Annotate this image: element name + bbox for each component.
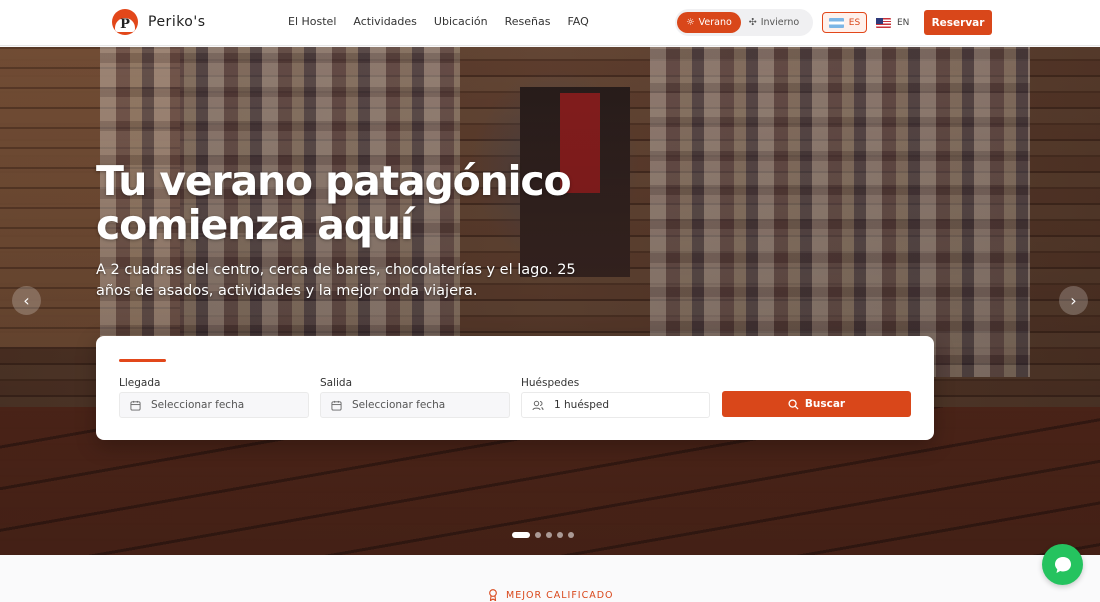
nav-item-resenas[interactable]: Reseñas: [505, 15, 551, 28]
carousel-dot-4[interactable]: [557, 532, 563, 538]
brand-logo[interactable]: P Periko's: [112, 9, 206, 35]
carousel-dot-2[interactable]: [535, 532, 541, 538]
award-icon: [489, 589, 497, 601]
calendar-icon: [331, 400, 342, 411]
hero-title: Tu verano patagónico comienza aquí: [96, 157, 572, 249]
calendar-icon: [130, 400, 141, 411]
departure-field: Salida Seleccionar fecha: [320, 377, 510, 418]
sun-icon: ☼: [686, 17, 695, 28]
snowflake-icon: ✣: [748, 17, 757, 28]
carousel-dot-1[interactable]: [512, 532, 530, 538]
carousel-prev-button[interactable]: ‹: [12, 286, 41, 315]
reservar-button[interactable]: Reservar: [924, 10, 992, 35]
guests-value: 1 huésped: [554, 399, 610, 411]
argentina-flag-icon: [828, 17, 844, 28]
buscar-button[interactable]: Buscar: [722, 391, 911, 417]
arrival-field: Llegada Seleccionar fecha: [119, 377, 309, 418]
search-icon: [788, 398, 799, 410]
season-option-invierno[interactable]: ✣ Invierno: [741, 12, 807, 33]
departure-label: Salida: [320, 377, 353, 389]
guests-label: Huéspedes: [521, 377, 580, 389]
nav-item-hostel[interactable]: El Hostel: [288, 15, 336, 28]
departure-date-input[interactable]: Seleccionar fecha: [320, 392, 510, 418]
language-en-button[interactable]: EN: [876, 12, 910, 33]
nav-item-faq[interactable]: FAQ: [567, 15, 588, 28]
carousel-dot-5[interactable]: [568, 532, 574, 538]
nav-item-ubicacion[interactable]: Ubicación: [434, 15, 488, 28]
chevron-left-icon: ‹: [23, 291, 30, 310]
section-eyebrow: MEJOR CALIFICADO: [488, 589, 614, 601]
language-en-label: EN: [897, 17, 910, 28]
hero-subtitle: A 2 cuadras del centro, cerca de bares, …: [96, 262, 576, 299]
carousel-dot-3[interactable]: [546, 532, 552, 538]
language-es-button[interactable]: ES: [822, 12, 867, 33]
chat-button[interactable]: [1042, 544, 1083, 585]
brand-name: Periko's: [148, 14, 206, 30]
buscar-label: Buscar: [804, 398, 846, 410]
departure-placeholder: Seleccionar fecha: [352, 399, 446, 411]
season-toggle: ☼ Verano ✣ Invierno: [675, 9, 813, 36]
guests-field: Huéspedes 1 huésped: [521, 377, 710, 418]
hero-section: Tu verano patagónico comienza aquí A 2 c…: [0, 47, 1100, 555]
arrival-date-input[interactable]: Seleccionar fecha: [119, 392, 309, 418]
arrival-placeholder: Seleccionar fecha: [151, 399, 245, 411]
main-nav: El Hostel Actividades Ubicación Reseñas …: [288, 15, 589, 28]
season-label-verano: Verano: [698, 17, 732, 28]
chevron-right-icon: ›: [1070, 291, 1077, 310]
section-eyebrow-text: MEJOR CALIFICADO: [506, 589, 614, 601]
carousel-next-button[interactable]: ›: [1059, 286, 1088, 315]
logo-letter: P: [120, 17, 130, 32]
users-icon: [532, 400, 544, 410]
carousel-dots: [512, 532, 574, 538]
season-option-verano[interactable]: ☼ Verano: [677, 12, 741, 33]
logo-mark-icon: P: [112, 9, 138, 35]
usa-flag-icon: [876, 17, 891, 28]
guests-select[interactable]: 1 huésped: [521, 392, 710, 418]
language-es-label: ES: [848, 17, 861, 28]
nav-item-actividades[interactable]: Actividades: [353, 15, 417, 28]
season-label-invierno: Invierno: [760, 17, 800, 28]
arrival-label: Llegada: [119, 377, 161, 389]
chat-icon: [1054, 556, 1071, 573]
site-header: P Periko's El Hostel Actividades Ubicaci…: [0, 0, 1100, 46]
card-accent-bar: [119, 359, 166, 362]
booking-search-card: Llegada Seleccionar fecha Salida Selecci…: [96, 336, 934, 440]
